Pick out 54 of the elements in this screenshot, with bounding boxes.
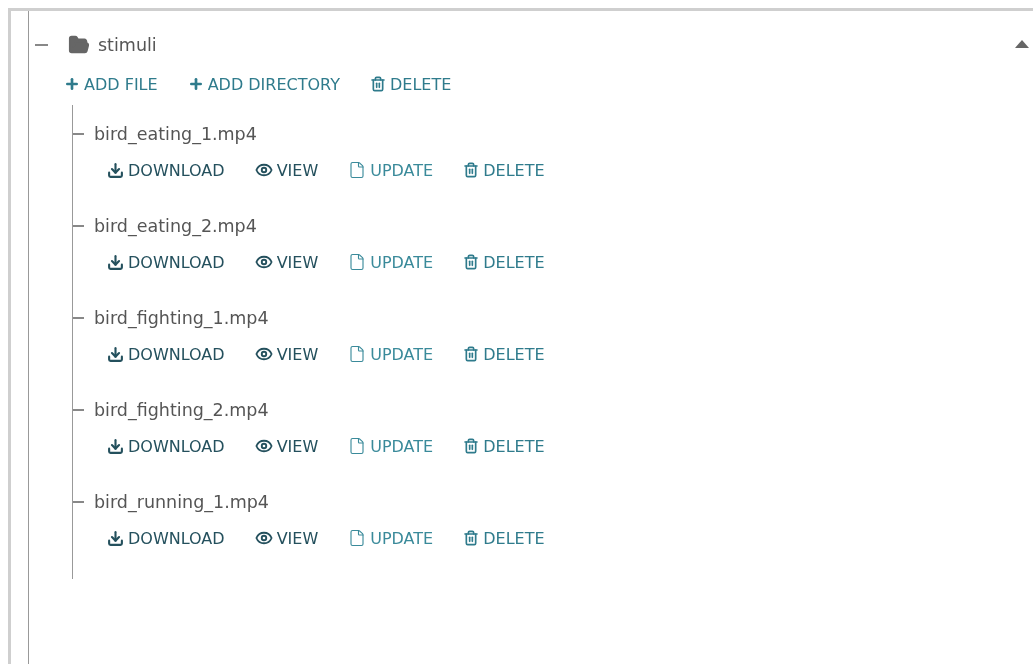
update-button[interactable]: UPDATE: [348, 436, 434, 456]
view-button[interactable]: VIEW: [254, 252, 319, 272]
trash-icon: [463, 530, 480, 546]
download-button[interactable]: DOWNLOAD: [107, 344, 225, 364]
download-icon: [107, 161, 124, 179]
folder-name[interactable]: stimuli: [98, 35, 157, 55]
trash-icon: [369, 76, 386, 92]
delete-button[interactable]: DELETE: [463, 344, 545, 364]
download-icon: [107, 345, 124, 363]
eye-icon: [254, 437, 273, 455]
plus-icon: [64, 76, 80, 92]
trash-icon: [463, 438, 480, 454]
update-button[interactable]: UPDATE: [348, 344, 434, 364]
delete-button[interactable]: DELETE: [369, 74, 452, 94]
file-name[interactable]: bird_eating_2.mp4: [94, 216, 257, 236]
file-icon: [348, 161, 367, 179]
download-icon: [107, 437, 124, 455]
trash-icon: [463, 162, 480, 178]
folder-icon: [68, 34, 90, 56]
download-button[interactable]: DOWNLOAD: [107, 436, 225, 456]
file-name[interactable]: bird_fighting_1.mp4: [94, 308, 269, 328]
update-button[interactable]: UPDATE: [348, 160, 434, 180]
download-button[interactable]: DOWNLOAD: [107, 528, 225, 548]
delete-button[interactable]: DELETE: [463, 528, 545, 548]
file-icon: [348, 437, 367, 455]
update-button[interactable]: UPDATE: [348, 528, 434, 548]
file-name[interactable]: bird_fighting_2.mp4: [94, 400, 269, 420]
add-button[interactable]: ADD FILE: [64, 74, 158, 94]
file-icon: [348, 345, 367, 363]
delete-button[interactable]: DELETE: [463, 436, 545, 456]
eye-icon: [254, 253, 273, 271]
file-icon: [348, 253, 367, 271]
view-button[interactable]: VIEW: [254, 436, 319, 456]
view-button[interactable]: VIEW: [254, 344, 319, 364]
trash-icon: [463, 346, 480, 362]
file-name[interactable]: bird_eating_1.mp4: [94, 124, 257, 144]
file-name[interactable]: bird_running_1.mp4: [94, 492, 269, 512]
download-icon: [107, 529, 124, 547]
eye-icon: [254, 345, 273, 363]
download-icon: [107, 253, 124, 271]
collapse-caret-icon[interactable]: [1015, 39, 1029, 48]
trash-icon: [463, 254, 480, 270]
file-icon: [348, 529, 367, 547]
delete-button[interactable]: DELETE: [463, 160, 545, 180]
eye-icon: [254, 161, 273, 179]
download-button[interactable]: DOWNLOAD: [107, 160, 225, 180]
download-button[interactable]: DOWNLOAD: [107, 252, 225, 272]
eye-icon: [254, 529, 273, 547]
view-button[interactable]: VIEW: [254, 160, 319, 180]
view-button[interactable]: VIEW: [254, 528, 319, 548]
add-button[interactable]: ADD DIRECTORY: [187, 74, 340, 94]
update-button[interactable]: UPDATE: [348, 252, 434, 272]
delete-button[interactable]: DELETE: [463, 252, 545, 272]
plus-icon: [187, 76, 204, 92]
